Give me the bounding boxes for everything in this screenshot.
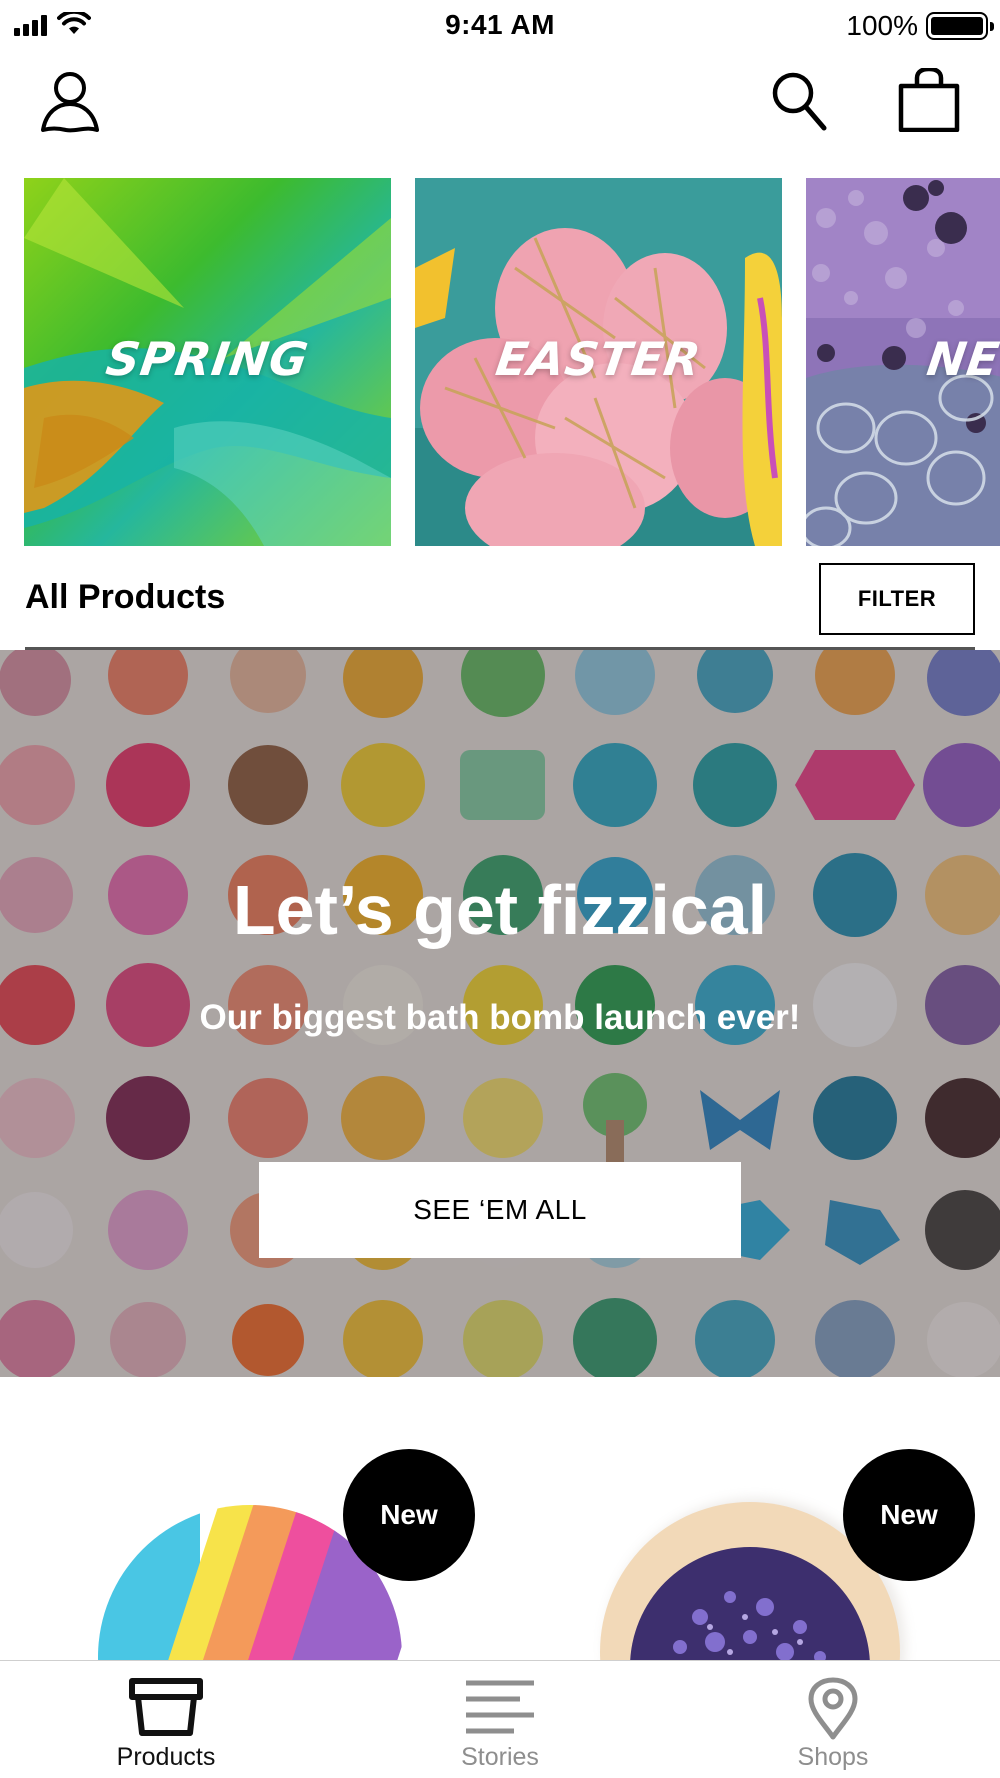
product-card[interactable]: New bbox=[0, 1377, 500, 1660]
section-header: All Products FILTER bbox=[0, 546, 1000, 650]
battery-percent: 100% bbox=[846, 10, 918, 41]
product-grid: New New bbox=[0, 1377, 1000, 1660]
category-card-easter[interactable]: EASTER bbox=[415, 178, 782, 546]
tab-stories[interactable]: Stories bbox=[400, 1661, 600, 1778]
new-badge: New bbox=[343, 1449, 475, 1581]
tab-label: Stories bbox=[461, 1743, 539, 1771]
battery-icon bbox=[926, 12, 994, 40]
section-title: All Products bbox=[25, 578, 226, 616]
tab-label: Products bbox=[116, 1743, 216, 1771]
new-badge: New bbox=[843, 1449, 975, 1581]
category-label: EASTER bbox=[492, 332, 705, 386]
hero-banner[interactable]: Let’s get fizzical Our biggest bath bomb… bbox=[0, 650, 1000, 1377]
stories-lines-icon bbox=[466, 1680, 534, 1734]
shopping-bag-icon[interactable] bbox=[897, 68, 961, 132]
hero-subtitle: Our biggest bath bomb launch ever! bbox=[199, 998, 801, 1037]
filter-button[interactable]: FILTER bbox=[819, 563, 975, 635]
category-card-new[interactable]: NEW bbox=[806, 178, 1000, 546]
search-icon[interactable] bbox=[770, 70, 828, 132]
category-label: NEW bbox=[923, 332, 1000, 386]
tab-bar: Products Stories Shops bbox=[0, 1660, 1000, 1778]
tab-shops[interactable]: Shops bbox=[733, 1661, 933, 1778]
see-all-button[interactable]: SEE ‘EM ALL bbox=[259, 1162, 741, 1258]
category-carousel[interactable]: SPRING EASTER NEW bbox=[0, 178, 1000, 546]
tab-label: Shops bbox=[797, 1743, 869, 1771]
products-tub-icon bbox=[129, 1678, 203, 1736]
category-label: SPRING bbox=[102, 332, 313, 386]
tab-products[interactable]: Products bbox=[66, 1661, 266, 1778]
map-pin-icon bbox=[808, 1677, 858, 1740]
account-icon[interactable] bbox=[36, 68, 106, 136]
status-right: 100% bbox=[846, 10, 994, 42]
product-card[interactable]: New bbox=[500, 1377, 1000, 1660]
status-bar: 9:41 AM 100% bbox=[0, 0, 1000, 50]
hero-title: Let’s get fizzical bbox=[232, 871, 768, 949]
top-nav bbox=[0, 50, 1000, 170]
category-card-spring[interactable]: SPRING bbox=[24, 178, 391, 546]
